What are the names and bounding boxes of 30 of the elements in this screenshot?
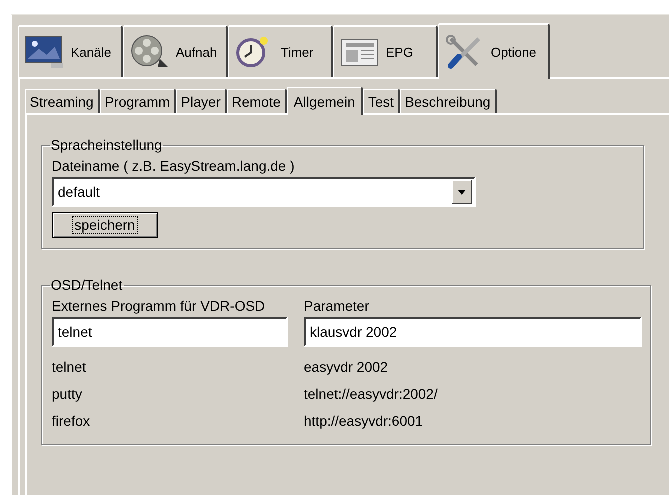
sub-tab[interactable]: Remote [226, 89, 287, 113]
example-program: telnet [52, 358, 88, 376]
example-program: firefox [52, 412, 92, 430]
sub-tab[interactable]: Beschreibung [400, 89, 497, 113]
save-button[interactable]: speichern [52, 212, 158, 238]
group-title: OSD/Telnet [50, 277, 124, 293]
main-tab[interactable]: EPG [333, 25, 438, 77]
example-parameter: http://easyvdr:6001 [304, 412, 424, 431]
file-label: Dateiname ( z.B. EasyStream.lang.de ) [52, 157, 296, 176]
program-input[interactable]: telnet [52, 317, 288, 347]
example-parameter: telnet://easyvdr:2002/ [304, 384, 439, 404]
example-program: putty [52, 384, 84, 404]
sub-tab[interactable]: Programm [100, 89, 176, 113]
main-tab[interactable]: Aufnah [123, 25, 228, 77]
example-parameter: easyvdr 2002 [304, 358, 390, 377]
sub-tab[interactable]: Test [363, 89, 400, 113]
parameter-input[interactable]: klausvdr 2002 [304, 317, 642, 347]
monitor-icon [25, 35, 65, 69]
sub-tab[interactable]: Player [176, 89, 227, 113]
film-reel-icon [130, 35, 170, 69]
language-dropdown[interactable]: default [52, 177, 476, 207]
parameter-label: Parameter [304, 297, 370, 316]
dropdown-arrow-icon [458, 190, 466, 194]
group-title: Spracheinstellung [50, 137, 164, 153]
main-tab[interactable]: Optione [438, 23, 550, 79]
program-label: Externes Programm für VDR-OSD [52, 297, 266, 316]
sub-tab[interactable]: Streaming [25, 89, 100, 113]
main-tab[interactable]: Kanäle [18, 25, 123, 77]
sub-tab[interactable]: Allgemein [286, 87, 364, 115]
main-tab[interactable]: Timer [228, 25, 333, 77]
